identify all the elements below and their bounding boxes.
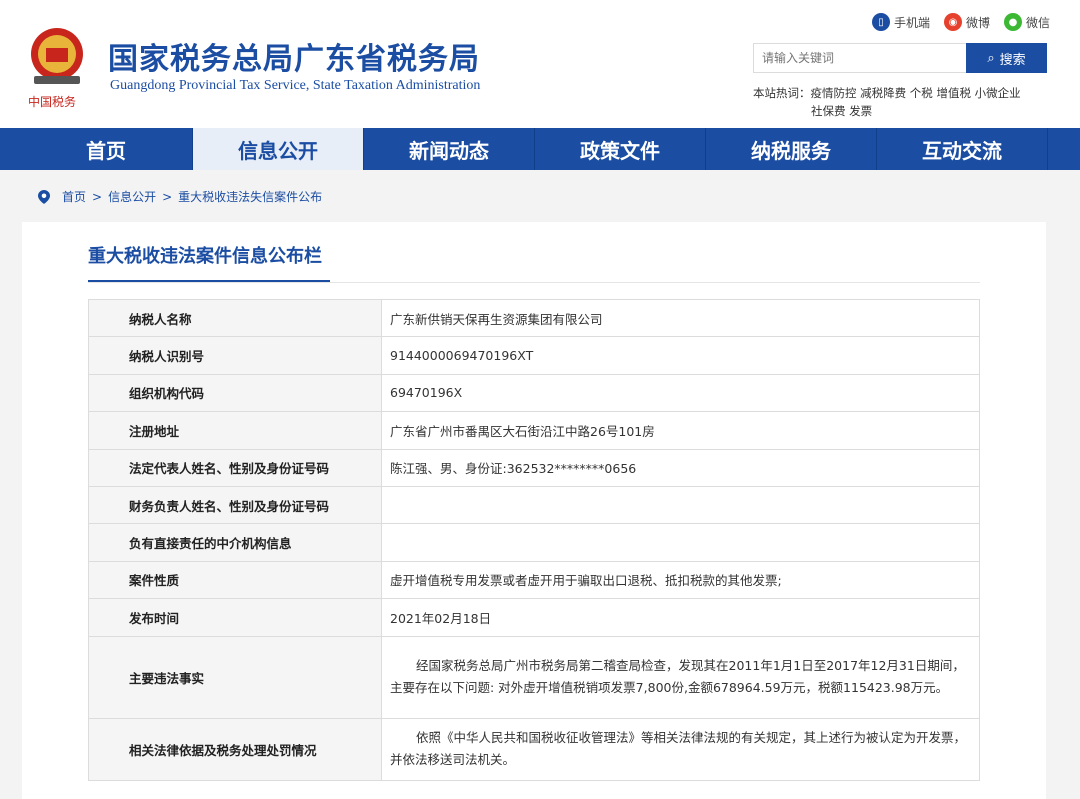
site-title[interactable]: 国家税务总局广东省税务局 xyxy=(108,34,480,78)
row-value: 陈江强、男、身份证:362532********0656 xyxy=(381,448,980,487)
table-row: 法定代表人姓名、性别及身份证号码 陈江强、男、身份证:362532********… xyxy=(88,448,980,487)
row-key: 组织机构代码 xyxy=(88,373,382,413)
wechat-icon: ● xyxy=(1003,13,1022,31)
search-button-label: 搜索 xyxy=(999,52,1026,68)
row-key: 法定代表人姓名、性别及身份证号码 xyxy=(88,448,382,487)
row-value: 2021年02月18日 xyxy=(381,598,980,637)
main-nav: 首页 信息公开 新闻动态 政策文件 纳税服务 互动交流 xyxy=(0,128,1080,170)
search-icon: ⌕ xyxy=(987,50,995,66)
table-row: 发布时间 2021年02月18日 xyxy=(88,598,980,637)
table-row: 组织机构代码 69470196X xyxy=(88,373,980,413)
site-header: 中国税务 国家税务总局广东省税务局 Guangdong Provincial T… xyxy=(0,0,1080,128)
search-bar: ⌕ 搜索 xyxy=(753,43,1047,73)
mobile-label: 手机端 xyxy=(893,15,930,30)
table-row: 纳税人名称 广东新供销天保再生资源集团有限公司 xyxy=(88,298,980,338)
social-links: ▯ 手机端 ◉ 微博 ● 微信 xyxy=(871,13,1050,31)
row-value: 经国家税务总局广州市税务局第二稽查局检查，发现其在2011年1月1日至2017年… xyxy=(381,635,980,719)
title-divider xyxy=(88,282,980,283)
breadcrumb-home[interactable]: 首页 xyxy=(62,188,86,205)
row-key: 财务负责人姓名、性别及身份证号码 xyxy=(88,485,382,525)
hot-words-line1[interactable]: 疫情防控 减税降费 个税 增值税 小微企业 xyxy=(811,86,1021,100)
hot-words: 本站热词：疫情防控 减税降费 个税 增值税 小微企业 社保费 发票 xyxy=(753,84,1043,120)
row-value: 虚开增值税专用发票或者虚开用于骗取出口退税、抵扣税款的其他发票; xyxy=(381,560,980,600)
row-value: 依照《中华人民共和国税收征收管理法》等相关法律法规的有关规定，其上述行为被认定为… xyxy=(381,717,980,781)
tax-emblem-logo[interactable]: 中国税务 xyxy=(22,22,92,112)
nav-policy[interactable]: 政策文件 xyxy=(535,128,706,170)
table-row: 案件性质 虚开增值税专用发票或者虚开用于骗取出口退税、抵扣税款的其他发票; xyxy=(88,560,980,600)
location-pin-icon xyxy=(38,189,50,204)
logo-text: 中国税务 xyxy=(28,94,76,109)
row-key: 主要违法事实 xyxy=(88,635,382,719)
table-row: 主要违法事实 经国家税务总局广州市税务局第二稽查局检查，发现其在2011年1月1日… xyxy=(88,635,980,719)
breadcrumb: 首页 > 信息公开 > 重大税收违法失信案件公布 xyxy=(38,188,322,205)
wechat-label: 微信 xyxy=(1025,15,1050,30)
row-key: 相关法律依据及税务处理处罚情况 xyxy=(88,717,382,781)
table-row: 纳税人识别号 9144000069470196XT xyxy=(88,336,980,375)
row-key: 纳税人识别号 xyxy=(88,336,382,375)
nav-interaction[interactable]: 互动交流 xyxy=(877,128,1048,170)
row-key: 负有直接责任的中介机构信息 xyxy=(88,523,382,562)
table-row: 注册地址 广东省广州市番禺区大石街沿江中路26号101房 xyxy=(88,411,980,450)
wechat-link[interactable]: ● 微信 xyxy=(1003,13,1050,31)
row-value: 69470196X xyxy=(381,373,980,413)
mobile-link[interactable]: ▯ 手机端 xyxy=(871,13,930,31)
search-button[interactable]: ⌕ 搜索 xyxy=(966,43,1047,73)
table-row: 财务负责人姓名、性别及身份证号码 xyxy=(88,485,980,525)
row-value: 9144000069470196XT xyxy=(381,336,980,375)
row-value: 广东新供销天保再生资源集团有限公司 xyxy=(381,298,980,338)
nav-tax-service[interactable]: 纳税服务 xyxy=(706,128,877,170)
nav-home[interactable]: 首页 xyxy=(0,128,193,170)
nav-info-disclosure[interactable]: 信息公开 xyxy=(193,128,364,170)
breadcrumb-sep: > xyxy=(162,189,173,204)
row-key: 案件性质 xyxy=(88,560,382,600)
row-key: 注册地址 xyxy=(88,411,382,450)
table-row: 相关法律依据及税务处理处罚情况 依照《中华人民共和国税收征收管理法》等相关法律法规… xyxy=(88,717,980,781)
weibo-icon: ◉ xyxy=(943,13,962,31)
weibo-link[interactable]: ◉ 微博 xyxy=(943,13,990,31)
case-info-table: 纳税人名称 广东新供销天保再生资源集团有限公司 纳税人识别号 91440000694… xyxy=(88,298,980,781)
panel-title: 重大税收违法案件信息公布栏 xyxy=(88,246,322,267)
site-subtitle: Guangdong Provincial Tax Service, State … xyxy=(110,78,481,93)
row-key: 纳税人名称 xyxy=(88,298,382,338)
case-panel: 重大税收违法案件信息公布栏 纳税人名称 广东新供销天保再生资源集团有限公司 纳税人… xyxy=(22,222,1046,799)
table-row: 负有直接责任的中介机构信息 xyxy=(88,523,980,562)
row-value xyxy=(381,523,980,562)
row-value: 广东省广州市番禺区大石街沿江中路26号101房 xyxy=(381,411,980,450)
breadcrumb-level2[interactable]: 重大税收违法失信案件公布 xyxy=(178,188,322,205)
row-value xyxy=(381,485,980,525)
title-underline xyxy=(88,280,330,282)
search-input[interactable] xyxy=(753,43,966,73)
row-key: 发布时间 xyxy=(88,598,382,637)
breadcrumb-sep: > xyxy=(92,189,103,204)
hot-words-line2[interactable]: 社保费 发票 xyxy=(753,102,1043,120)
hot-words-label: 本站热词： xyxy=(753,86,811,100)
mobile-icon: ▯ xyxy=(871,13,890,31)
breadcrumb-level1[interactable]: 信息公开 xyxy=(108,188,156,205)
weibo-label: 微博 xyxy=(965,15,990,30)
nav-news[interactable]: 新闻动态 xyxy=(364,128,535,170)
